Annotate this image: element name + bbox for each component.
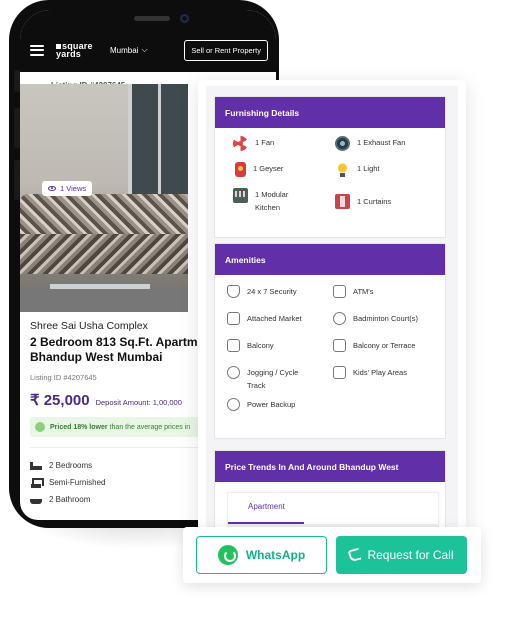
item-label: Power Backup — [247, 400, 296, 409]
status-bar — [20, 10, 276, 28]
list-item: 1 Geyser — [233, 162, 335, 183]
price-trends-section: Price Trends In And Around Bhandup West … — [214, 450, 446, 530]
list-item: 1 Modular Kitchen — [233, 188, 335, 214]
amenities-grid: 24 x 7 Security ATM's Attached Market Ba… — [215, 275, 445, 419]
rent-price: ₹ 25,000 — [30, 392, 90, 409]
photo-floor — [20, 289, 188, 312]
eye-icon — [48, 186, 56, 191]
list-item: 1 Fan — [233, 136, 335, 157]
detail-card: Furnishing Details 1 Fan 1 Exhaust Fan 1… — [198, 80, 466, 530]
photo-window — [128, 84, 188, 194]
list-item: Kids' Play Areas — [333, 366, 439, 392]
terrace-icon — [333, 339, 346, 352]
feature-label: Semi-Furnished — [49, 478, 106, 487]
item-label: 1 Exhaust Fan — [357, 138, 406, 147]
photo-sofa-seat — [20, 234, 188, 274]
square-yards-logo[interactable]: square yards — [56, 42, 104, 59]
tab-apartment[interactable]: Apartment — [228, 493, 304, 524]
furnishing-grid: 1 Fan 1 Exhaust Fan 1 Geyser 1 Light 1 M… — [215, 128, 445, 214]
phone-icon — [348, 547, 362, 563]
cycle-icon — [227, 366, 240, 379]
whatsapp-button[interactable]: WhatsApp — [196, 536, 327, 574]
price-comparison-note: Priced 18% lower than the average prices… — [30, 417, 200, 437]
item-label: ATM's — [353, 287, 374, 296]
views-badge: 1 Views — [42, 181, 93, 196]
section-title: Amenities — [215, 244, 445, 275]
front-camera-icon — [180, 14, 189, 23]
exhaust-fan-icon — [335, 136, 350, 151]
lightbulb-icon — [35, 422, 45, 432]
chair-icon — [30, 477, 44, 488]
item-label: Kids' Play Areas — [353, 368, 407, 377]
bed-icon — [30, 461, 42, 471]
item-label: Badminton Court(s) — [353, 314, 419, 323]
geyser-icon — [235, 162, 246, 177]
request-call-button[interactable]: Request for Call — [336, 536, 467, 574]
item-label: 1 Modular Kitchen — [255, 190, 289, 212]
sell-or-rent-button[interactable]: Sell or Rent Property — [184, 39, 268, 61]
power-backup-icon — [227, 398, 240, 411]
section-title: Furnishing Details — [215, 97, 445, 128]
balcony-icon — [227, 339, 240, 352]
item-label: Balcony or Terrace — [353, 341, 416, 350]
price-note-text: than the average prices in — [109, 423, 191, 431]
photo-table — [50, 284, 150, 289]
views-count: 1 Views — [60, 184, 87, 193]
list-item: 24 x 7 Security — [227, 285, 333, 306]
furnishing-section: Furnishing Details 1 Fan 1 Exhaust Fan 1… — [214, 96, 446, 238]
feature-label: 2 Bathroom — [49, 495, 91, 504]
item-label: 24 x 7 Security — [247, 287, 297, 296]
city-label: Mumbai — [110, 45, 139, 55]
list-item: Power Backup — [227, 398, 333, 419]
phone-speaker — [134, 16, 170, 21]
item-label: Attached Market — [247, 314, 302, 323]
feature-label: 2 Bedrooms — [49, 461, 93, 470]
item-label: Jogging / Cycle Track — [247, 368, 299, 390]
whatsapp-label: WhatsApp — [245, 548, 306, 562]
property-photo[interactable]: 1 Views — [20, 84, 188, 312]
amenities-section: Amenities 24 x 7 Security ATM's Attached… — [214, 243, 446, 439]
modular-kitchen-icon — [233, 188, 248, 203]
app-header: square yards Mumbai ⌵ Sell or Rent Prope… — [20, 28, 276, 72]
item-label: 1 Curtains — [357, 196, 392, 206]
list-item: 1 Curtains — [335, 188, 437, 214]
list-item: Balcony or Terrace — [333, 339, 439, 360]
price-trend-tabs: Apartment — [227, 492, 439, 524]
security-icon — [227, 285, 240, 298]
detail-card-inner: Furnishing Details 1 Fan 1 Exhaust Fan 1… — [206, 86, 458, 530]
fan-icon — [233, 136, 248, 151]
city-selector[interactable]: Mumbai ⌵ — [110, 45, 148, 55]
market-cart-icon — [227, 312, 240, 325]
section-title: Price Trends In And Around Bhandup West — [215, 451, 445, 482]
curtains-icon — [335, 193, 350, 209]
play-area-icon — [333, 366, 346, 379]
hamburger-menu-icon[interactable] — [30, 44, 44, 56]
item-label: 1 Light — [357, 164, 380, 173]
item-label: Balcony — [247, 341, 274, 350]
price-note-highlight: Priced 18% lower — [50, 423, 108, 431]
light-icon — [335, 162, 350, 177]
request-call-label: Request for Call — [367, 548, 454, 562]
atm-icon — [333, 285, 346, 298]
cta-bar: WhatsApp Request for Call — [183, 527, 481, 583]
bath-icon — [30, 495, 42, 505]
item-label: 1 Geyser — [253, 164, 284, 173]
list-item: ATM's — [333, 285, 439, 306]
list-item: Badminton Court(s) — [333, 312, 439, 333]
list-item: 1 Light — [335, 162, 437, 183]
whatsapp-icon — [217, 545, 238, 565]
list-item: Attached Market — [227, 312, 333, 333]
list-item: Jogging / Cycle Track — [227, 366, 333, 392]
chevron-down-icon: ⌵ — [141, 45, 148, 54]
badminton-icon — [333, 312, 346, 325]
list-item: 1 Exhaust Fan — [335, 136, 437, 157]
deposit-amount: Deposit Amount: 1,00,000 — [95, 398, 182, 407]
item-label: 1 Fan — [255, 138, 275, 147]
list-item: Balcony — [227, 339, 333, 360]
divider — [30, 447, 200, 448]
